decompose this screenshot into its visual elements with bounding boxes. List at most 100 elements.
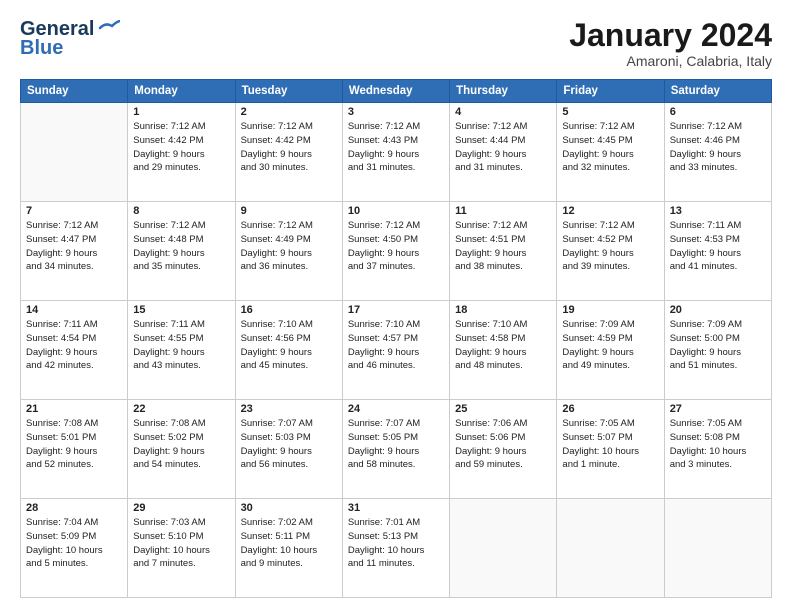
day-content: Sunrise: 7:08 AM Sunset: 5:01 PM Dayligh… — [26, 417, 122, 472]
location: Amaroni, Calabria, Italy — [569, 53, 772, 69]
day-content: Sunrise: 7:12 AM Sunset: 4:46 PM Dayligh… — [670, 120, 766, 175]
calendar-cell: 17Sunrise: 7:10 AM Sunset: 4:57 PM Dayli… — [342, 301, 449, 400]
calendar-cell: 26 Sunrise: 7:05 AM Sunset: 5:07 PM Dayli… — [557, 400, 664, 499]
day-number: 3 — [348, 106, 444, 118]
day-content: Sunrise: 7:12 AM Sunset: 4:43 PM Dayligh… — [348, 120, 444, 175]
day-number: 17 — [348, 304, 444, 316]
day-number: 19 — [562, 304, 658, 316]
day-number: 8 — [133, 205, 229, 217]
calendar-header-row: SundayMondayTuesdayWednesdayThursdayFrid… — [21, 80, 772, 103]
calendar-cell — [664, 499, 771, 598]
page: General Blue January 2024 Amaroni, Calab… — [0, 0, 792, 612]
calendar-cell — [450, 499, 557, 598]
calendar-cell: 20 Sunrise: 7:09 AM Sunset: 5:00 PM Dayli… — [664, 301, 771, 400]
day-number: 5 — [562, 106, 658, 118]
calendar-cell: 23 Sunrise: 7:07 AM Sunset: 5:03 PM Dayli… — [235, 400, 342, 499]
day-number: 21 — [26, 403, 122, 415]
day-content: Sunrise: 7:12 AM Sunset: 4:42 PM Dayligh… — [241, 120, 337, 175]
day-header-monday: Monday — [128, 80, 235, 103]
calendar-cell: 21 Sunrise: 7:08 AM Sunset: 5:01 PM Dayli… — [21, 400, 128, 499]
calendar-cell: 19Sunrise: 7:09 AM Sunset: 4:59 PM Dayli… — [557, 301, 664, 400]
day-number: 9 — [241, 205, 337, 217]
calendar-cell: 24Sunrise: 7:07 AM Sunset: 5:05 PM Dayli… — [342, 400, 449, 499]
day-content: Sunrise: 7:04 AM Sunset: 5:09 PM Dayligh… — [26, 516, 122, 571]
day-header-friday: Friday — [557, 80, 664, 103]
calendar-cell: 29 Sunrise: 7:03 AM Sunset: 5:10 PM Dayli… — [128, 499, 235, 598]
day-header-wednesday: Wednesday — [342, 80, 449, 103]
calendar-cell: 10Sunrise: 7:12 AM Sunset: 4:50 PM Dayli… — [342, 202, 449, 301]
calendar-cell: 15Sunrise: 7:11 AM Sunset: 4:55 PM Dayli… — [128, 301, 235, 400]
day-number: 29 — [133, 502, 229, 514]
day-number: 11 — [455, 205, 551, 217]
day-number: 26 — [562, 403, 658, 415]
day-content: Sunrise: 7:11 AM Sunset: 4:53 PM Dayligh… — [670, 219, 766, 274]
calendar-week-4: 28 Sunrise: 7:04 AM Sunset: 5:09 PM Dayli… — [21, 499, 772, 598]
calendar-cell: 30Sunrise: 7:02 AM Sunset: 5:11 PM Dayli… — [235, 499, 342, 598]
day-content: Sunrise: 7:10 AM Sunset: 4:58 PM Dayligh… — [455, 318, 551, 373]
header: General Blue January 2024 Amaroni, Calab… — [20, 18, 772, 69]
day-number: 1 — [133, 106, 229, 118]
calendar-cell: 2 Sunrise: 7:12 AM Sunset: 4:42 PM Daylig… — [235, 103, 342, 202]
calendar-cell: 12Sunrise: 7:12 AM Sunset: 4:52 PM Dayli… — [557, 202, 664, 301]
day-number: 14 — [26, 304, 122, 316]
day-number: 20 — [670, 304, 766, 316]
calendar-cell: 14 Sunrise: 7:11 AM Sunset: 4:54 PM Dayli… — [21, 301, 128, 400]
day-content: Sunrise: 7:12 AM Sunset: 4:52 PM Dayligh… — [562, 219, 658, 274]
calendar-cell: 9 Sunrise: 7:12 AM Sunset: 4:49 PM Daylig… — [235, 202, 342, 301]
day-number: 23 — [241, 403, 337, 415]
day-number: 18 — [455, 304, 551, 316]
month-title: January 2024 — [569, 18, 772, 53]
day-content: Sunrise: 7:12 AM Sunset: 4:50 PM Dayligh… — [348, 219, 444, 274]
title-block: January 2024 Amaroni, Calabria, Italy — [569, 18, 772, 69]
day-number: 2 — [241, 106, 337, 118]
calendar-cell: 28 Sunrise: 7:04 AM Sunset: 5:09 PM Dayli… — [21, 499, 128, 598]
day-content: Sunrise: 7:12 AM Sunset: 4:47 PM Dayligh… — [26, 219, 122, 274]
day-number: 4 — [455, 106, 551, 118]
day-number: 30 — [241, 502, 337, 514]
day-content: Sunrise: 7:07 AM Sunset: 5:03 PM Dayligh… — [241, 417, 337, 472]
day-content: Sunrise: 7:03 AM Sunset: 5:10 PM Dayligh… — [133, 516, 229, 571]
day-number: 13 — [670, 205, 766, 217]
day-number: 7 — [26, 205, 122, 217]
day-number: 25 — [455, 403, 551, 415]
day-content: Sunrise: 7:09 AM Sunset: 5:00 PM Dayligh… — [670, 318, 766, 373]
calendar-cell: 8Sunrise: 7:12 AM Sunset: 4:48 PM Daylig… — [128, 202, 235, 301]
calendar-cell: 25 Sunrise: 7:06 AM Sunset: 5:06 PM Dayli… — [450, 400, 557, 499]
calendar-cell: 27Sunrise: 7:05 AM Sunset: 5:08 PM Dayli… — [664, 400, 771, 499]
calendar-week-2: 14 Sunrise: 7:11 AM Sunset: 4:54 PM Dayli… — [21, 301, 772, 400]
calendar-cell: 22 Sunrise: 7:08 AM Sunset: 5:02 PM Dayli… — [128, 400, 235, 499]
logo-bird-icon — [98, 20, 120, 36]
calendar-cell: 5Sunrise: 7:12 AM Sunset: 4:45 PM Daylig… — [557, 103, 664, 202]
calendar-cell: 7 Sunrise: 7:12 AM Sunset: 4:47 PM Daylig… — [21, 202, 128, 301]
calendar-cell — [21, 103, 128, 202]
day-content: Sunrise: 7:10 AM Sunset: 4:56 PM Dayligh… — [241, 318, 337, 373]
day-header-sunday: Sunday — [21, 80, 128, 103]
logo-blue: Blue — [20, 37, 63, 60]
day-content: Sunrise: 7:01 AM Sunset: 5:13 PM Dayligh… — [348, 516, 444, 571]
calendar-cell: 1 Sunrise: 7:12 AM Sunset: 4:42 PM Daylig… — [128, 103, 235, 202]
day-content: Sunrise: 7:07 AM Sunset: 5:05 PM Dayligh… — [348, 417, 444, 472]
day-number: 22 — [133, 403, 229, 415]
day-header-saturday: Saturday — [664, 80, 771, 103]
calendar-cell: 3 Sunrise: 7:12 AM Sunset: 4:43 PM Daylig… — [342, 103, 449, 202]
calendar-week-1: 7 Sunrise: 7:12 AM Sunset: 4:47 PM Daylig… — [21, 202, 772, 301]
day-content: Sunrise: 7:08 AM Sunset: 5:02 PM Dayligh… — [133, 417, 229, 472]
day-content: Sunrise: 7:12 AM Sunset: 4:44 PM Dayligh… — [455, 120, 551, 175]
logo: General Blue — [20, 18, 120, 60]
day-number: 27 — [670, 403, 766, 415]
day-content: Sunrise: 7:12 AM Sunset: 4:49 PM Dayligh… — [241, 219, 337, 274]
calendar-week-0: 1 Sunrise: 7:12 AM Sunset: 4:42 PM Daylig… — [21, 103, 772, 202]
day-content: Sunrise: 7:05 AM Sunset: 5:07 PM Dayligh… — [562, 417, 658, 472]
calendar-cell: 11Sunrise: 7:12 AM Sunset: 4:51 PM Dayli… — [450, 202, 557, 301]
calendar-week-3: 21 Sunrise: 7:08 AM Sunset: 5:01 PM Dayli… — [21, 400, 772, 499]
calendar-cell: 31 Sunrise: 7:01 AM Sunset: 5:13 PM Dayli… — [342, 499, 449, 598]
calendar-cell: 16Sunrise: 7:10 AM Sunset: 4:56 PM Dayli… — [235, 301, 342, 400]
day-number: 28 — [26, 502, 122, 514]
day-content: Sunrise: 7:06 AM Sunset: 5:06 PM Dayligh… — [455, 417, 551, 472]
day-content: Sunrise: 7:11 AM Sunset: 4:55 PM Dayligh… — [133, 318, 229, 373]
day-content: Sunrise: 7:11 AM Sunset: 4:54 PM Dayligh… — [26, 318, 122, 373]
day-header-thursday: Thursday — [450, 80, 557, 103]
day-number: 31 — [348, 502, 444, 514]
calendar-cell — [557, 499, 664, 598]
day-content: Sunrise: 7:12 AM Sunset: 4:42 PM Dayligh… — [133, 120, 229, 175]
